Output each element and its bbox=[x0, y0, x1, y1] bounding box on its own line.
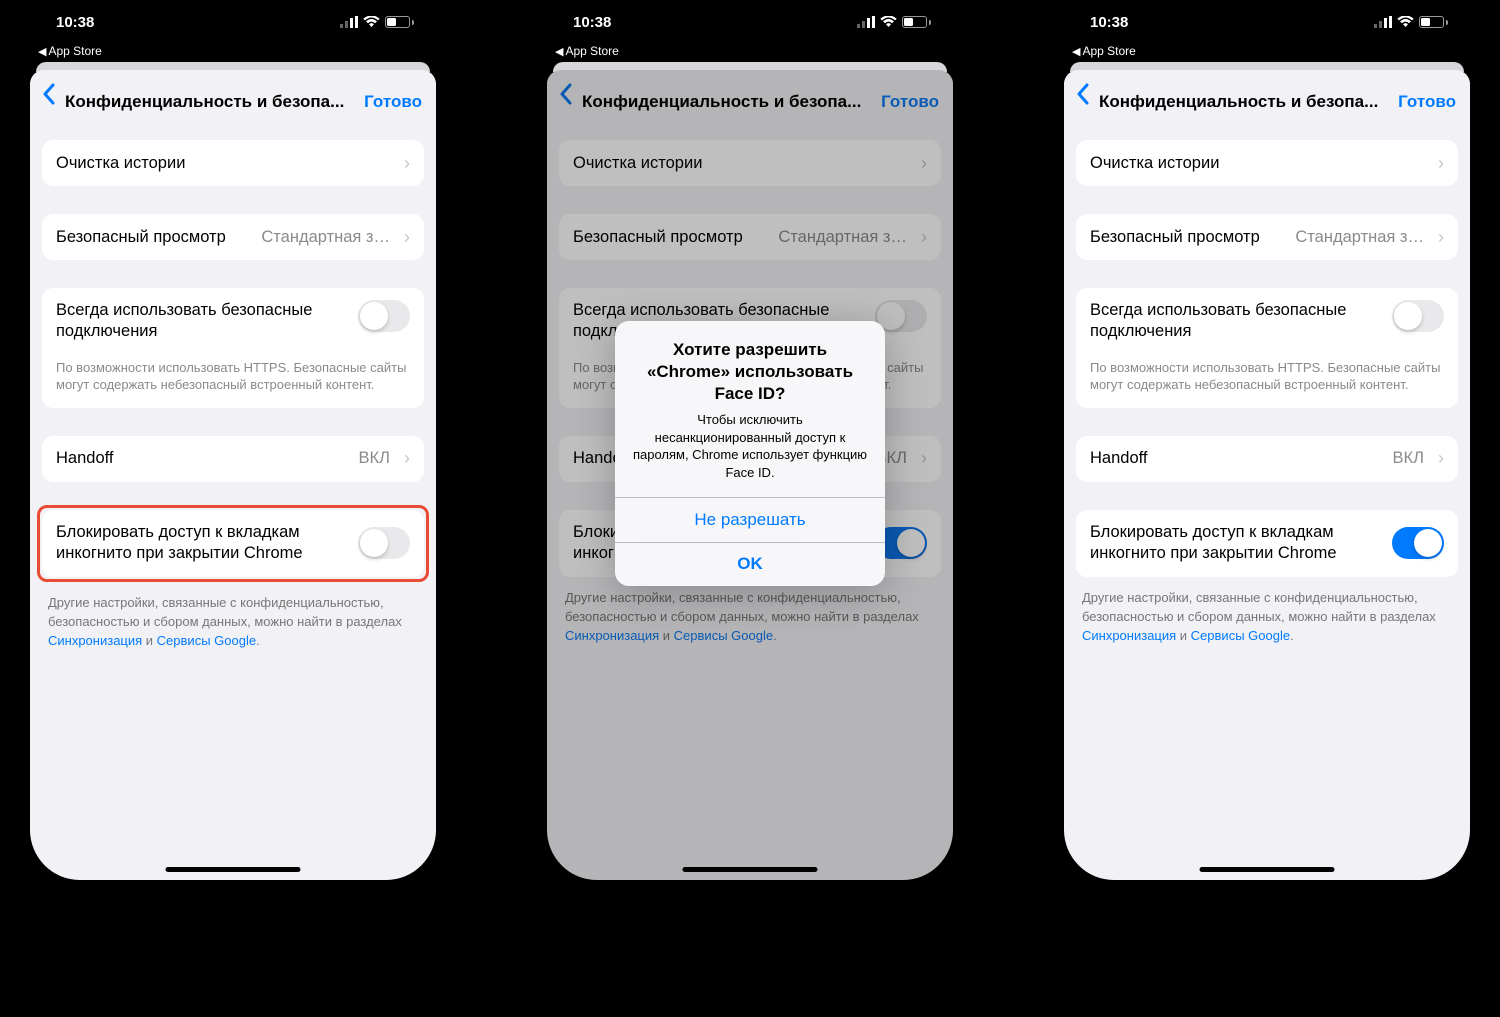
phone-screen-1: 10:38 40 ◀ App Store Конфиденциальность … bbox=[30, 0, 436, 880]
breadcrumb-label: App Store bbox=[565, 44, 618, 58]
handoff-cell[interactable]: Handoff ВКЛ › bbox=[42, 436, 424, 482]
phone-screen-3: 10:38 40 ◀ App Store Конфиденциальность … bbox=[1064, 0, 1470, 880]
cell-label: Handoff bbox=[56, 449, 114, 468]
done-button[interactable]: Готово bbox=[364, 92, 422, 112]
cellular-icon bbox=[1374, 16, 1392, 28]
status-indicators: 40 bbox=[1374, 16, 1448, 28]
settings-sheet: Конфиденциальность и безопа... Готово Оч… bbox=[547, 70, 953, 880]
chevron-right-icon: › bbox=[1438, 153, 1444, 174]
wifi-icon bbox=[880, 16, 897, 28]
alert-ok-button[interactable]: OK bbox=[615, 542, 885, 586]
lock-incognito-cell: Блокировать доступ к вкладкам инкогнито … bbox=[42, 510, 424, 577]
clear-history-cell[interactable]: Очистка истории › bbox=[42, 140, 424, 186]
always-https-cell: Всегда использовать безопасные подключен… bbox=[42, 288, 424, 408]
breadcrumb-label: App Store bbox=[1082, 44, 1135, 58]
breadcrumb-caret-icon: ◀ bbox=[1072, 45, 1080, 58]
chevron-right-icon: › bbox=[404, 448, 410, 469]
handoff-cell[interactable]: Handoff ВКЛ › bbox=[1076, 436, 1458, 482]
settings-sheet: Конфиденциальность и безопа... Готово Оч… bbox=[30, 70, 436, 880]
page-title: Конфиденциальность и безопа... bbox=[65, 92, 358, 112]
cell-value: ВКЛ bbox=[1393, 449, 1424, 468]
cell-label: Блокировать доступ к вкладкам инкогнито … bbox=[1090, 522, 1382, 565]
sync-link[interactable]: Синхронизация bbox=[48, 633, 142, 648]
status-time: 10:38 bbox=[573, 14, 611, 31]
breadcrumb-label: App Store bbox=[48, 44, 101, 58]
wifi-icon bbox=[363, 16, 380, 28]
always-https-toggle[interactable] bbox=[1392, 300, 1444, 332]
settings-sheet: Конфиденциальность и безопа... Готово Оч… bbox=[1064, 70, 1470, 880]
alert-message: Чтобы исключить несанкционированный дост… bbox=[631, 411, 869, 481]
status-indicators: 40 bbox=[340, 16, 414, 28]
done-button[interactable]: Готово bbox=[1398, 92, 1456, 112]
chevron-right-icon: › bbox=[404, 227, 410, 248]
sync-link[interactable]: Синхронизация bbox=[1082, 628, 1176, 643]
battery-icon: 40 bbox=[1419, 16, 1448, 28]
settings-content: Очистка истории › Безопасный просмотр Ст… bbox=[30, 120, 436, 880]
cell-label: Безопасный просмотр bbox=[1090, 228, 1260, 247]
cellular-icon bbox=[340, 16, 358, 28]
status-bar: 10:38 40 bbox=[30, 0, 436, 44]
settings-content: Очистка истории › Безопасный просмотр Ст… bbox=[1064, 120, 1470, 880]
cell-label: Handoff bbox=[1090, 449, 1148, 468]
cell-label: Всегда использовать безопасные подключен… bbox=[1090, 300, 1380, 343]
cell-description: По возможности использовать HTTPS. Безоп… bbox=[56, 359, 410, 394]
chevron-right-icon: › bbox=[1438, 448, 1444, 469]
navbar: Конфиденциальность и безопа... Готово bbox=[1064, 70, 1470, 120]
cell-value: Стандартная з… bbox=[236, 228, 390, 247]
battery-icon: 40 bbox=[385, 16, 414, 28]
cellular-icon bbox=[857, 16, 875, 28]
chevron-left-icon bbox=[42, 83, 55, 105]
lock-incognito-toggle[interactable] bbox=[1392, 527, 1444, 559]
safe-browsing-cell[interactable]: Безопасный просмотр Стандартная з… › bbox=[1076, 214, 1458, 260]
status-indicators: 40 bbox=[857, 16, 931, 28]
wifi-icon bbox=[1397, 16, 1414, 28]
always-https-cell: Всегда использовать безопасные подключен… bbox=[1076, 288, 1458, 408]
cell-description: По возможности использовать HTTPS. Безоп… bbox=[1090, 359, 1444, 394]
google-services-link[interactable]: Сервисы Google bbox=[157, 633, 256, 648]
breadcrumb-caret-icon: ◀ bbox=[38, 45, 46, 58]
footer-note: Другие настройки, связанные с конфиденци… bbox=[42, 594, 424, 651]
safe-browsing-cell[interactable]: Безопасный просмотр Стандартная з… › bbox=[42, 214, 424, 260]
highlight-annotation: Блокировать доступ к вкладкам инкогнито … bbox=[37, 505, 429, 582]
navbar: Конфиденциальность и безопа... Готово bbox=[30, 70, 436, 120]
cell-label: Безопасный просмотр bbox=[56, 228, 226, 247]
home-indicator[interactable] bbox=[166, 867, 301, 872]
cell-value: Стандартная з… bbox=[1270, 228, 1424, 247]
chevron-right-icon: › bbox=[404, 153, 410, 174]
lock-incognito-cell: Блокировать доступ к вкладкам инкогнито … bbox=[1076, 510, 1458, 577]
status-time: 10:38 bbox=[1090, 14, 1128, 31]
battery-icon: 40 bbox=[902, 16, 931, 28]
phone-screen-2: 10:38 40 ◀ App Store Конфиденциальность … bbox=[547, 0, 953, 880]
cell-label: Очистка истории bbox=[1090, 154, 1219, 173]
chevron-right-icon: › bbox=[1438, 227, 1444, 248]
breadcrumb-back[interactable]: ◀ App Store bbox=[547, 44, 953, 62]
lock-incognito-toggle[interactable] bbox=[358, 527, 410, 559]
breadcrumb-caret-icon: ◀ bbox=[555, 45, 563, 58]
status-bar: 10:38 40 bbox=[1064, 0, 1470, 44]
footer-note: Другие настройки, связанные с конфиденци… bbox=[1076, 589, 1458, 646]
home-indicator[interactable] bbox=[1200, 867, 1335, 872]
breadcrumb-back[interactable]: ◀ App Store bbox=[30, 44, 436, 62]
clear-history-cell[interactable]: Очистка истории › bbox=[1076, 140, 1458, 186]
page-title: Конфиденциальность и безопа... bbox=[1099, 92, 1392, 112]
status-time: 10:38 bbox=[56, 14, 94, 31]
back-button[interactable] bbox=[1072, 83, 1093, 112]
google-services-link[interactable]: Сервисы Google bbox=[1191, 628, 1290, 643]
chevron-left-icon bbox=[1076, 83, 1089, 105]
cell-label: Всегда использовать безопасные подключен… bbox=[56, 300, 346, 343]
always-https-toggle[interactable] bbox=[358, 300, 410, 332]
cell-value: ВКЛ bbox=[359, 449, 390, 468]
alert-title: Хотите разрешить «Chrome» использовать F… bbox=[631, 339, 869, 405]
faceid-permission-alert: Хотите разрешить «Chrome» использовать F… bbox=[615, 321, 885, 586]
back-button[interactable] bbox=[38, 83, 59, 112]
cell-label: Блокировать доступ к вкладкам инкогнито … bbox=[56, 522, 348, 565]
alert-deny-button[interactable]: Не разрешать bbox=[615, 498, 885, 542]
cell-label: Очистка истории bbox=[56, 154, 185, 173]
breadcrumb-back[interactable]: ◀ App Store bbox=[1064, 44, 1470, 62]
status-bar: 10:38 40 bbox=[547, 0, 953, 44]
